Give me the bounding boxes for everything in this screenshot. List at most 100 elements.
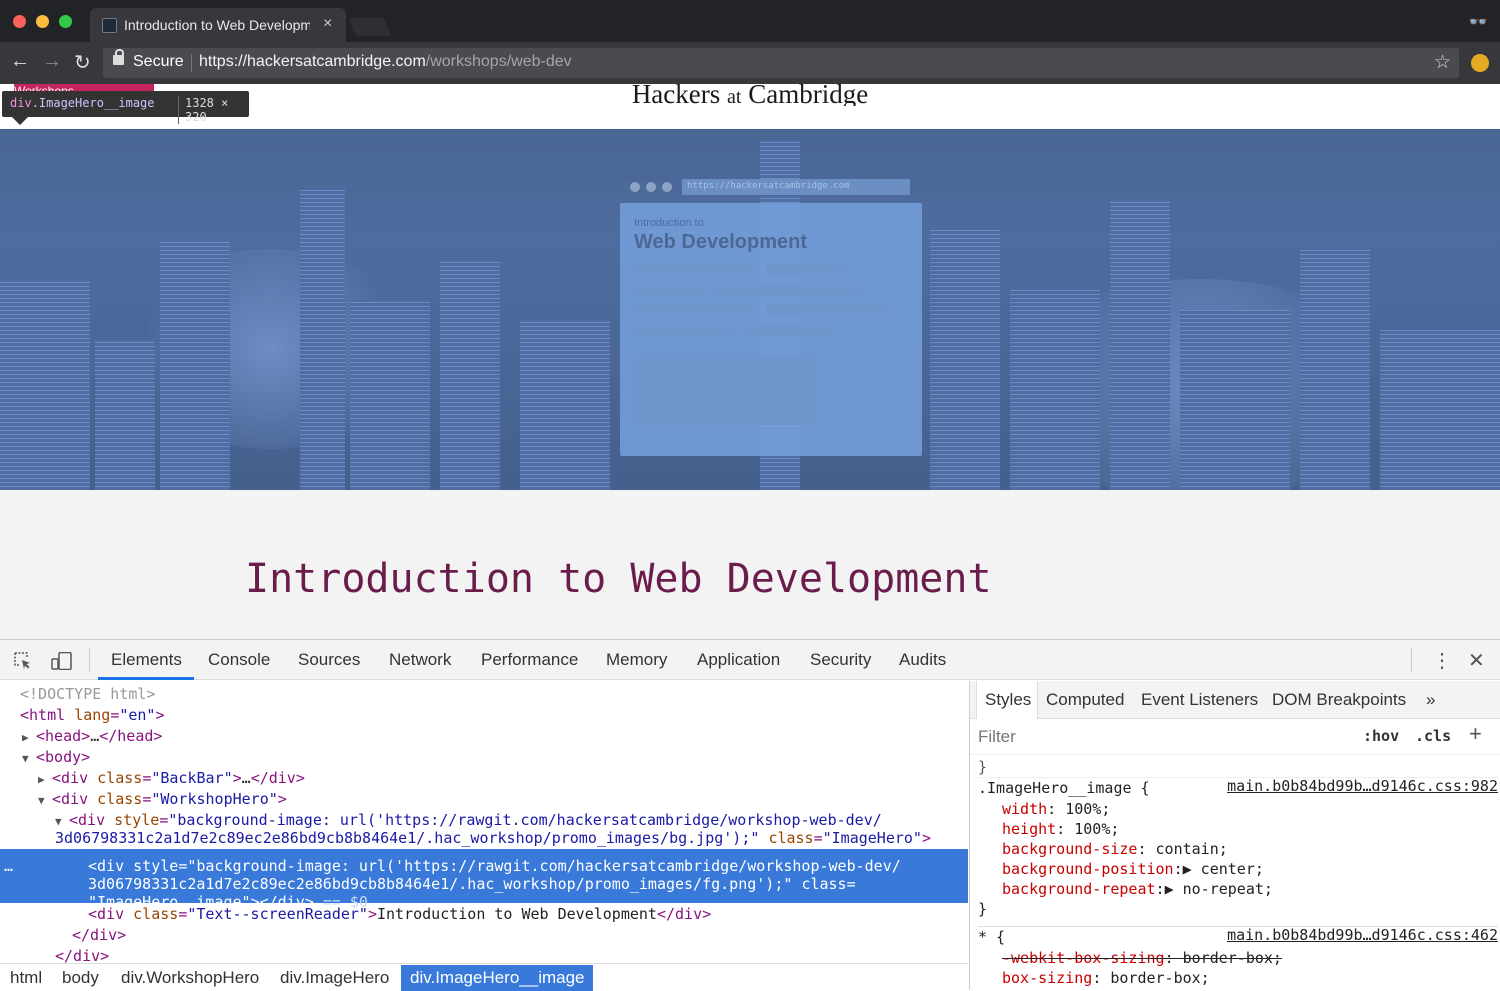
selected-dom-node[interactable]: … <div style="background-image: url('htt… (0, 849, 968, 911)
mockup-placeholder (712, 285, 862, 295)
mockup-placeholder (634, 285, 704, 295)
tooltip-arrow (12, 117, 28, 125)
tab-elements[interactable]: Elements (111, 650, 182, 670)
dom-node-body[interactable]: ▼ <body> (22, 748, 968, 768)
browser-tab[interactable]: Introduction to Web Developm × (90, 8, 346, 42)
inspect-tooltip: div.ImageHero__image 1328 × 320 (2, 91, 249, 124)
tab-application[interactable]: Application (697, 650, 780, 670)
tab-performance[interactable]: Performance (481, 650, 578, 670)
dom-breadcrumb: html body div.WorkshopHero div.ImageHero… (0, 963, 968, 991)
tab-audits[interactable]: Audits (899, 650, 946, 670)
breadcrumb-workshophero[interactable]: div.WorkshopHero (121, 968, 259, 988)
breadcrumb-imagehero[interactable]: div.ImageHero (280, 968, 389, 988)
styles-filter-input[interactable] (978, 727, 1278, 747)
lock-icon (113, 49, 124, 65)
page-title: Introduction to Web Development (245, 556, 992, 602)
style-property[interactable]: background-size: contain; (1002, 839, 1500, 859)
reload-icon[interactable]: ↻ (74, 50, 91, 75)
close-devtools-icon[interactable]: ✕ (1468, 648, 1485, 673)
devtools-panel: Elements Console Sources Network Perform… (0, 639, 1500, 991)
site-title-hackers: Hackers (631, 84, 721, 106)
styles-tabbar: Styles Computed Event Listeners DOM Brea… (970, 681, 1500, 719)
mockup-dot (630, 182, 640, 192)
dom-node-imagehero-cont[interactable]: 3d06798331c2a1d7e2c89ec2e86bd9cb8b8464e1… (55, 829, 968, 847)
new-tab-button[interactable] (348, 18, 392, 36)
dom-node-close-div[interactable]: </div> (72, 926, 968, 944)
minimize-window-button[interactable] (36, 15, 49, 28)
style-property[interactable]: height: 100%; (1002, 819, 1500, 839)
subtab-styles[interactable]: Styles (985, 690, 1031, 710)
tab-close-icon[interactable]: × (323, 15, 332, 33)
mockup-window: Introduction to Web Development (620, 203, 922, 456)
style-property-overridden[interactable]: -webkit-box-sizing: border-box; (1002, 948, 1500, 968)
mockup-url: https://hackersatcambridge.com (682, 179, 910, 195)
image-hero: https://hackersatcambridge.com Introduct… (0, 129, 1500, 490)
selected-node-line-2: 3d06798331c2a1d7e2c89ec2e86bd9cb8b8464e1… (88, 875, 856, 893)
back-arrow-icon[interactable]: ← (10, 50, 30, 73)
mockup-placeholder (634, 305, 754, 315)
forward-arrow-icon[interactable]: → (42, 50, 62, 73)
more-subtabs-chevron-icon[interactable]: » (1426, 690, 1435, 710)
class-toggle[interactable]: .cls (1415, 727, 1451, 745)
mockup-heading: Web Development (634, 231, 807, 253)
tooltip-class: .ImageHero__image (31, 96, 155, 110)
style-property[interactable]: box-sizing: border-box; (1002, 968, 1500, 988)
mockup-placeholder (766, 305, 888, 315)
tab-title: Introduction to Web Developm (124, 17, 310, 33)
dom-node-doctype[interactable]: <!DOCTYPE html> (20, 685, 968, 703)
tab-sources[interactable]: Sources (298, 650, 360, 670)
tooltip-tag: div (10, 96, 32, 110)
elements-tree[interactable]: <!DOCTYPE html> <html lang="en"> ▶ <head>… (0, 681, 968, 963)
extension-icon[interactable] (1471, 54, 1489, 72)
style-property[interactable]: background-repeat:▶ no-repeat; (1002, 879, 1500, 899)
address-bar[interactable]: Secure https://hackersatcambridge.com/wo… (103, 48, 1459, 78)
mockup-dot (646, 182, 656, 192)
tooltip-dimensions: 1328 × 320 (178, 96, 249, 124)
tab-memory[interactable]: Memory (606, 650, 667, 670)
dom-node-close-div[interactable]: </div> (55, 947, 968, 963)
devtools-tabbar: Elements Console Sources Network Perform… (0, 640, 1500, 680)
url-path: /workshops/web-dev (425, 53, 572, 70)
incognito-icon: 👓 (1468, 14, 1488, 31)
active-tab-indicator (98, 677, 194, 680)
maximize-window-button[interactable] (59, 15, 72, 28)
previous-rule-close: } (978, 758, 988, 776)
subtab-dom-breakpoints[interactable]: DOM Breakpoints (1272, 690, 1406, 710)
close-window-button[interactable] (13, 15, 26, 28)
rule-imagehero-source-link[interactable]: main.b0b84bd99b…d9146c.css:982 (1227, 777, 1498, 795)
more-options-icon[interactable]: ⋮ (1432, 648, 1452, 673)
dom-node-workshophero[interactable]: ▼ <div class="WorkshopHero"> (38, 790, 968, 810)
dom-node-backbar[interactable]: ▶ <div class="BackBar">…</div> (38, 769, 968, 789)
bookmark-star-icon[interactable]: ☆ (1434, 51, 1451, 74)
dom-node-head[interactable]: ▶ <head>…</head> (22, 727, 968, 747)
style-property[interactable]: width: 100%; (1002, 799, 1500, 819)
window-titlebar: Introduction to Web Developm × 👓 (0, 0, 1500, 42)
subtab-computed[interactable]: Computed (1046, 690, 1124, 710)
new-style-rule-icon[interactable]: + (1469, 721, 1482, 747)
mockup-placeholder (766, 265, 846, 275)
site-favicon-icon (102, 18, 117, 33)
site-title-at: at (727, 86, 742, 106)
breadcrumb-imagehero-image[interactable]: div.ImageHero__image (410, 968, 585, 988)
breadcrumb-html[interactable]: html (10, 968, 42, 988)
breadcrumb-body[interactable]: body (62, 968, 99, 988)
device-toolbar-icon[interactable] (50, 652, 74, 670)
hover-state-toggle[interactable]: :hov (1363, 727, 1399, 745)
rule-universal-source-link[interactable]: main.b0b84bd99b…d9146c.css:462 (1227, 926, 1498, 944)
mockup-dot (662, 182, 672, 192)
dom-node-screenreader[interactable]: <div class="Text--screenReader">Introduc… (88, 905, 968, 923)
inspect-element-icon[interactable] (14, 652, 32, 670)
url-host: https://hackersatcambridge.com (199, 53, 426, 70)
mockup-placeholder (746, 325, 832, 335)
subtab-event-listeners[interactable]: Event Listeners (1141, 690, 1258, 710)
tab-network[interactable]: Network (389, 650, 451, 670)
mockup-placeholder-block (634, 355, 816, 425)
tab-security[interactable]: Security (810, 650, 871, 670)
web-page: Workshops Hackers at Cambridge https://h… (0, 84, 1500, 639)
dom-node-html[interactable]: <html lang="en"> (20, 706, 968, 724)
secure-label: Secure (133, 53, 184, 70)
dom-node-imagehero[interactable]: ▼ <div style="background-image: url('http… (55, 811, 968, 831)
style-property[interactable]: background-position:▶ center; (1002, 859, 1500, 879)
tab-console[interactable]: Console (208, 650, 270, 670)
site-title-cambridge: Cambridge (748, 84, 869, 106)
